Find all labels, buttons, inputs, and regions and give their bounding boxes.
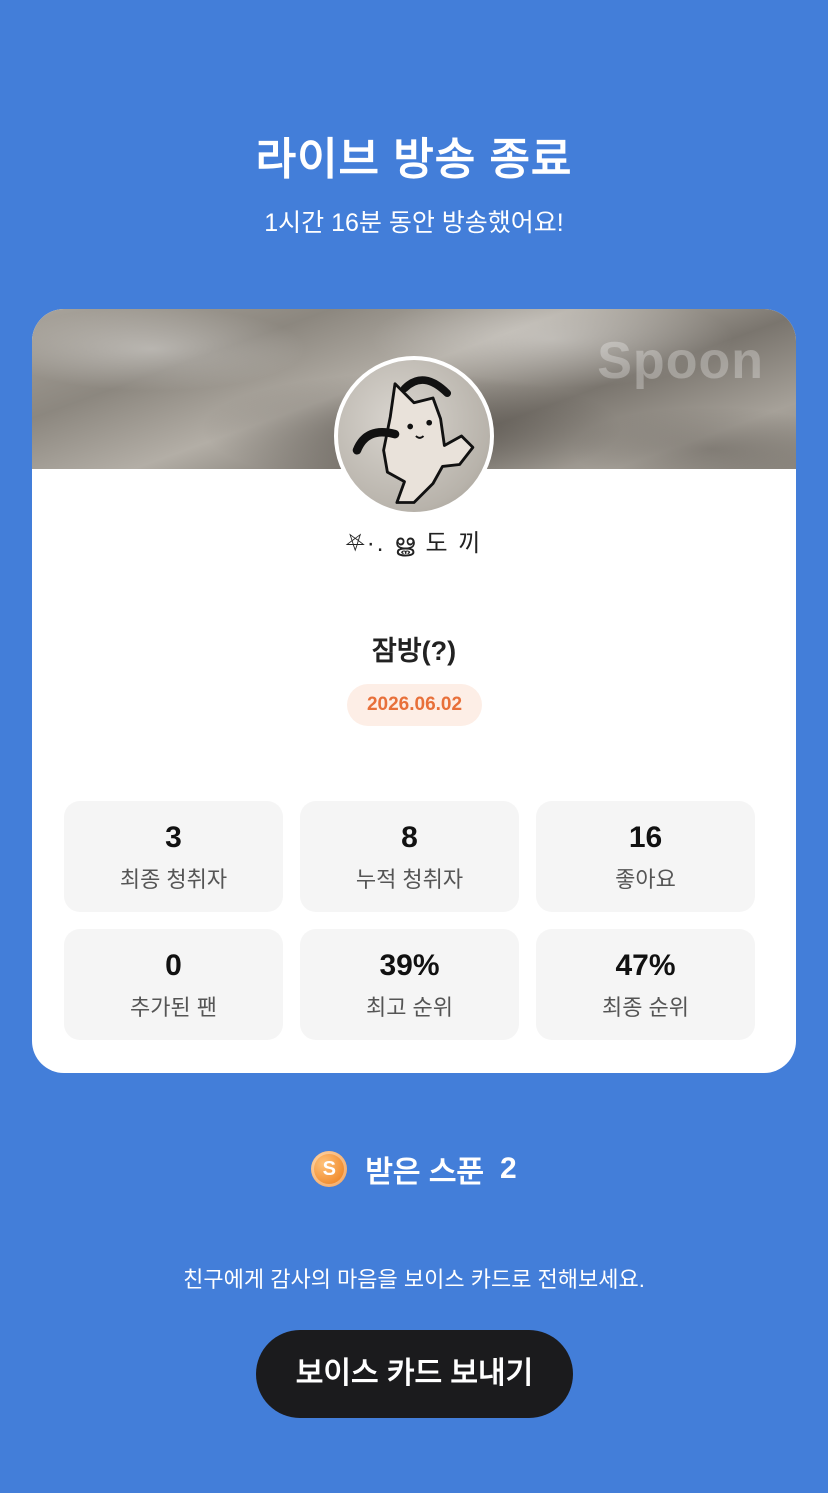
broadcast-duration: 1시간 16분 동안 방송했어요! [264, 209, 564, 237]
stat-label: 좋아요 [615, 867, 676, 892]
stat-value: 8 [401, 821, 418, 854]
stat-best-rank: 39% 최고 순위 [300, 929, 519, 1040]
received-spoons-label: 받은 스푼 [365, 1156, 485, 1189]
date-badge: 2026.06.02 [347, 684, 482, 726]
stat-new-fans: 0 추가된 팬 [64, 929, 283, 1040]
stat-value: 16 [628, 821, 663, 854]
stat-final-listeners: 3 최종 청취자 [64, 801, 283, 912]
stat-label: 최종 순위 [601, 995, 690, 1020]
page-title: 라이브 방송 종료 [255, 135, 573, 184]
dj-nickname: ⛧·. ൠ 도 끼 [345, 530, 483, 557]
received-spoons: S 받은 스푼 2 [0, 1147, 828, 1191]
stat-final-rank: 47% 최종 순위 [536, 929, 755, 1040]
avatar[interactable] [334, 356, 494, 516]
stat-likes: 16 좋아요 [536, 801, 755, 912]
stat-label: 추가된 팬 [129, 995, 218, 1020]
cat-drawing-icon [352, 376, 475, 504]
received-spoons-count: 2 [500, 1152, 517, 1185]
stat-value: 0 [165, 949, 182, 982]
spoon-coin-icon: S [311, 1151, 348, 1187]
spoon-watermark: Spoon [597, 332, 764, 390]
stat-label: 최종 청취자 [119, 867, 228, 892]
stat-total-listeners: 8 누적 청취자 [300, 801, 519, 912]
live-title: 잠방(?) [371, 636, 457, 666]
stat-value: 39% [379, 949, 440, 982]
stats-grid: 3 최종 청취자 8 누적 청취자 16 좋아요 0 추가된 팬 39% 최고 … [64, 801, 756, 1040]
stat-label: 최고 순위 [365, 995, 454, 1020]
send-voice-card-button[interactable]: 보이스 카드 보내기 [256, 1330, 573, 1418]
broadcast-summary-card: Spoon ⛧·. ൠ 도 끼 잠방(?) 2026.06.02 3 최종 청취… [32, 309, 796, 1073]
stat-value: 47% [615, 949, 676, 982]
header: 라이브 방송 종료 1시간 16분 동안 방송했어요! [0, 132, 828, 240]
stat-label: 누적 청취자 [355, 867, 464, 892]
thanks-message: 친구에게 감사의 마음을 보이스 카드로 전해보세요. [183, 1267, 645, 1292]
stat-value: 3 [165, 821, 182, 854]
